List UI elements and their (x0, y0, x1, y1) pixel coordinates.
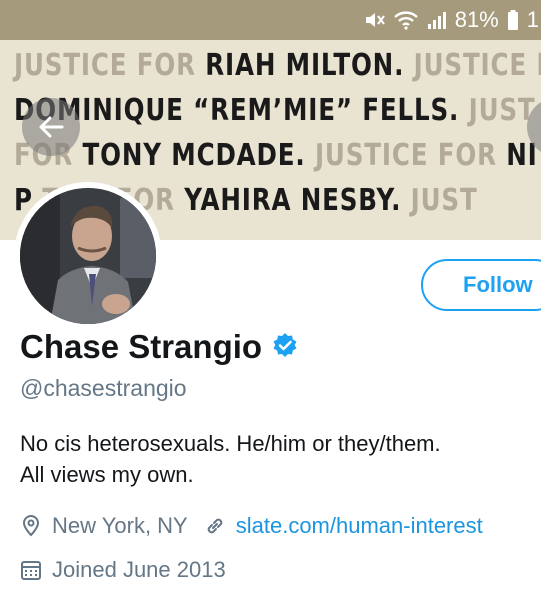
banner-text-segment: DOMINIQUE “REM’MIE” FELLS. (14, 93, 460, 128)
signal-icon (427, 9, 447, 31)
profile-name: Chase Strangio (20, 328, 263, 365)
banner-text-segment: TONY MCDADE. (82, 138, 306, 173)
calendar-icon (20, 559, 42, 581)
profile-bio: No cis heterosexuals. He/him or they/the… (20, 428, 530, 490)
banner-text-segment: JUST (401, 183, 478, 218)
avatar[interactable] (14, 182, 162, 330)
battery-icon (507, 9, 519, 31)
link-icon (204, 515, 226, 537)
battery-percent: 81% (454, 7, 499, 32)
banner-line: DOMINIQUE “REM’MIE” FELLS. JUST (14, 93, 536, 128)
banner-text-segment: JUST (459, 93, 536, 128)
location-pin-icon (20, 514, 42, 538)
avatar-photo (20, 188, 156, 324)
profile-website-link[interactable]: slate.com/human-interest (236, 513, 483, 539)
profile-handle: @chasestrangio (20, 375, 187, 401)
profile-meta-row: New York, NY slate.com/human-interest (20, 511, 483, 541)
follow-button[interactable]: Follow (421, 259, 541, 311)
verified-badge-icon (272, 328, 298, 366)
banner-text-segment: YAHIRA NESBY. (184, 183, 402, 218)
banner-text-segment: JUSTICE F (404, 48, 541, 83)
profile-joined-date: Joined June 2013 (52, 557, 226, 582)
back-button[interactable] (22, 98, 80, 156)
status-bar: 81% 1 (0, 0, 541, 40)
banner-text-segment: RIAH MILTON. (205, 48, 405, 83)
banner-line: FOR TONY MCDADE. JUSTICE FOR NI (14, 138, 538, 173)
mute-icon (363, 9, 385, 31)
profile-joined-row: Joined June 2013 (20, 555, 226, 585)
banner-text-segment: JUSTICE FOR (305, 138, 507, 173)
banner-line: JUSTICE FOR RIAH MILTON. JUSTICE F (14, 48, 541, 83)
profile-location: New York, NY (52, 513, 188, 538)
arrow-left-icon (39, 116, 64, 138)
bio-line: No cis heterosexuals. He/him or they/the… (20, 431, 441, 456)
profile-name-row: Chase Strangio (20, 328, 298, 366)
bio-line: All views my own. (20, 462, 194, 487)
wifi-icon (393, 9, 419, 31)
clock: 1 (526, 7, 539, 32)
banner-text-segment: JUSTICE FOR (14, 48, 206, 83)
